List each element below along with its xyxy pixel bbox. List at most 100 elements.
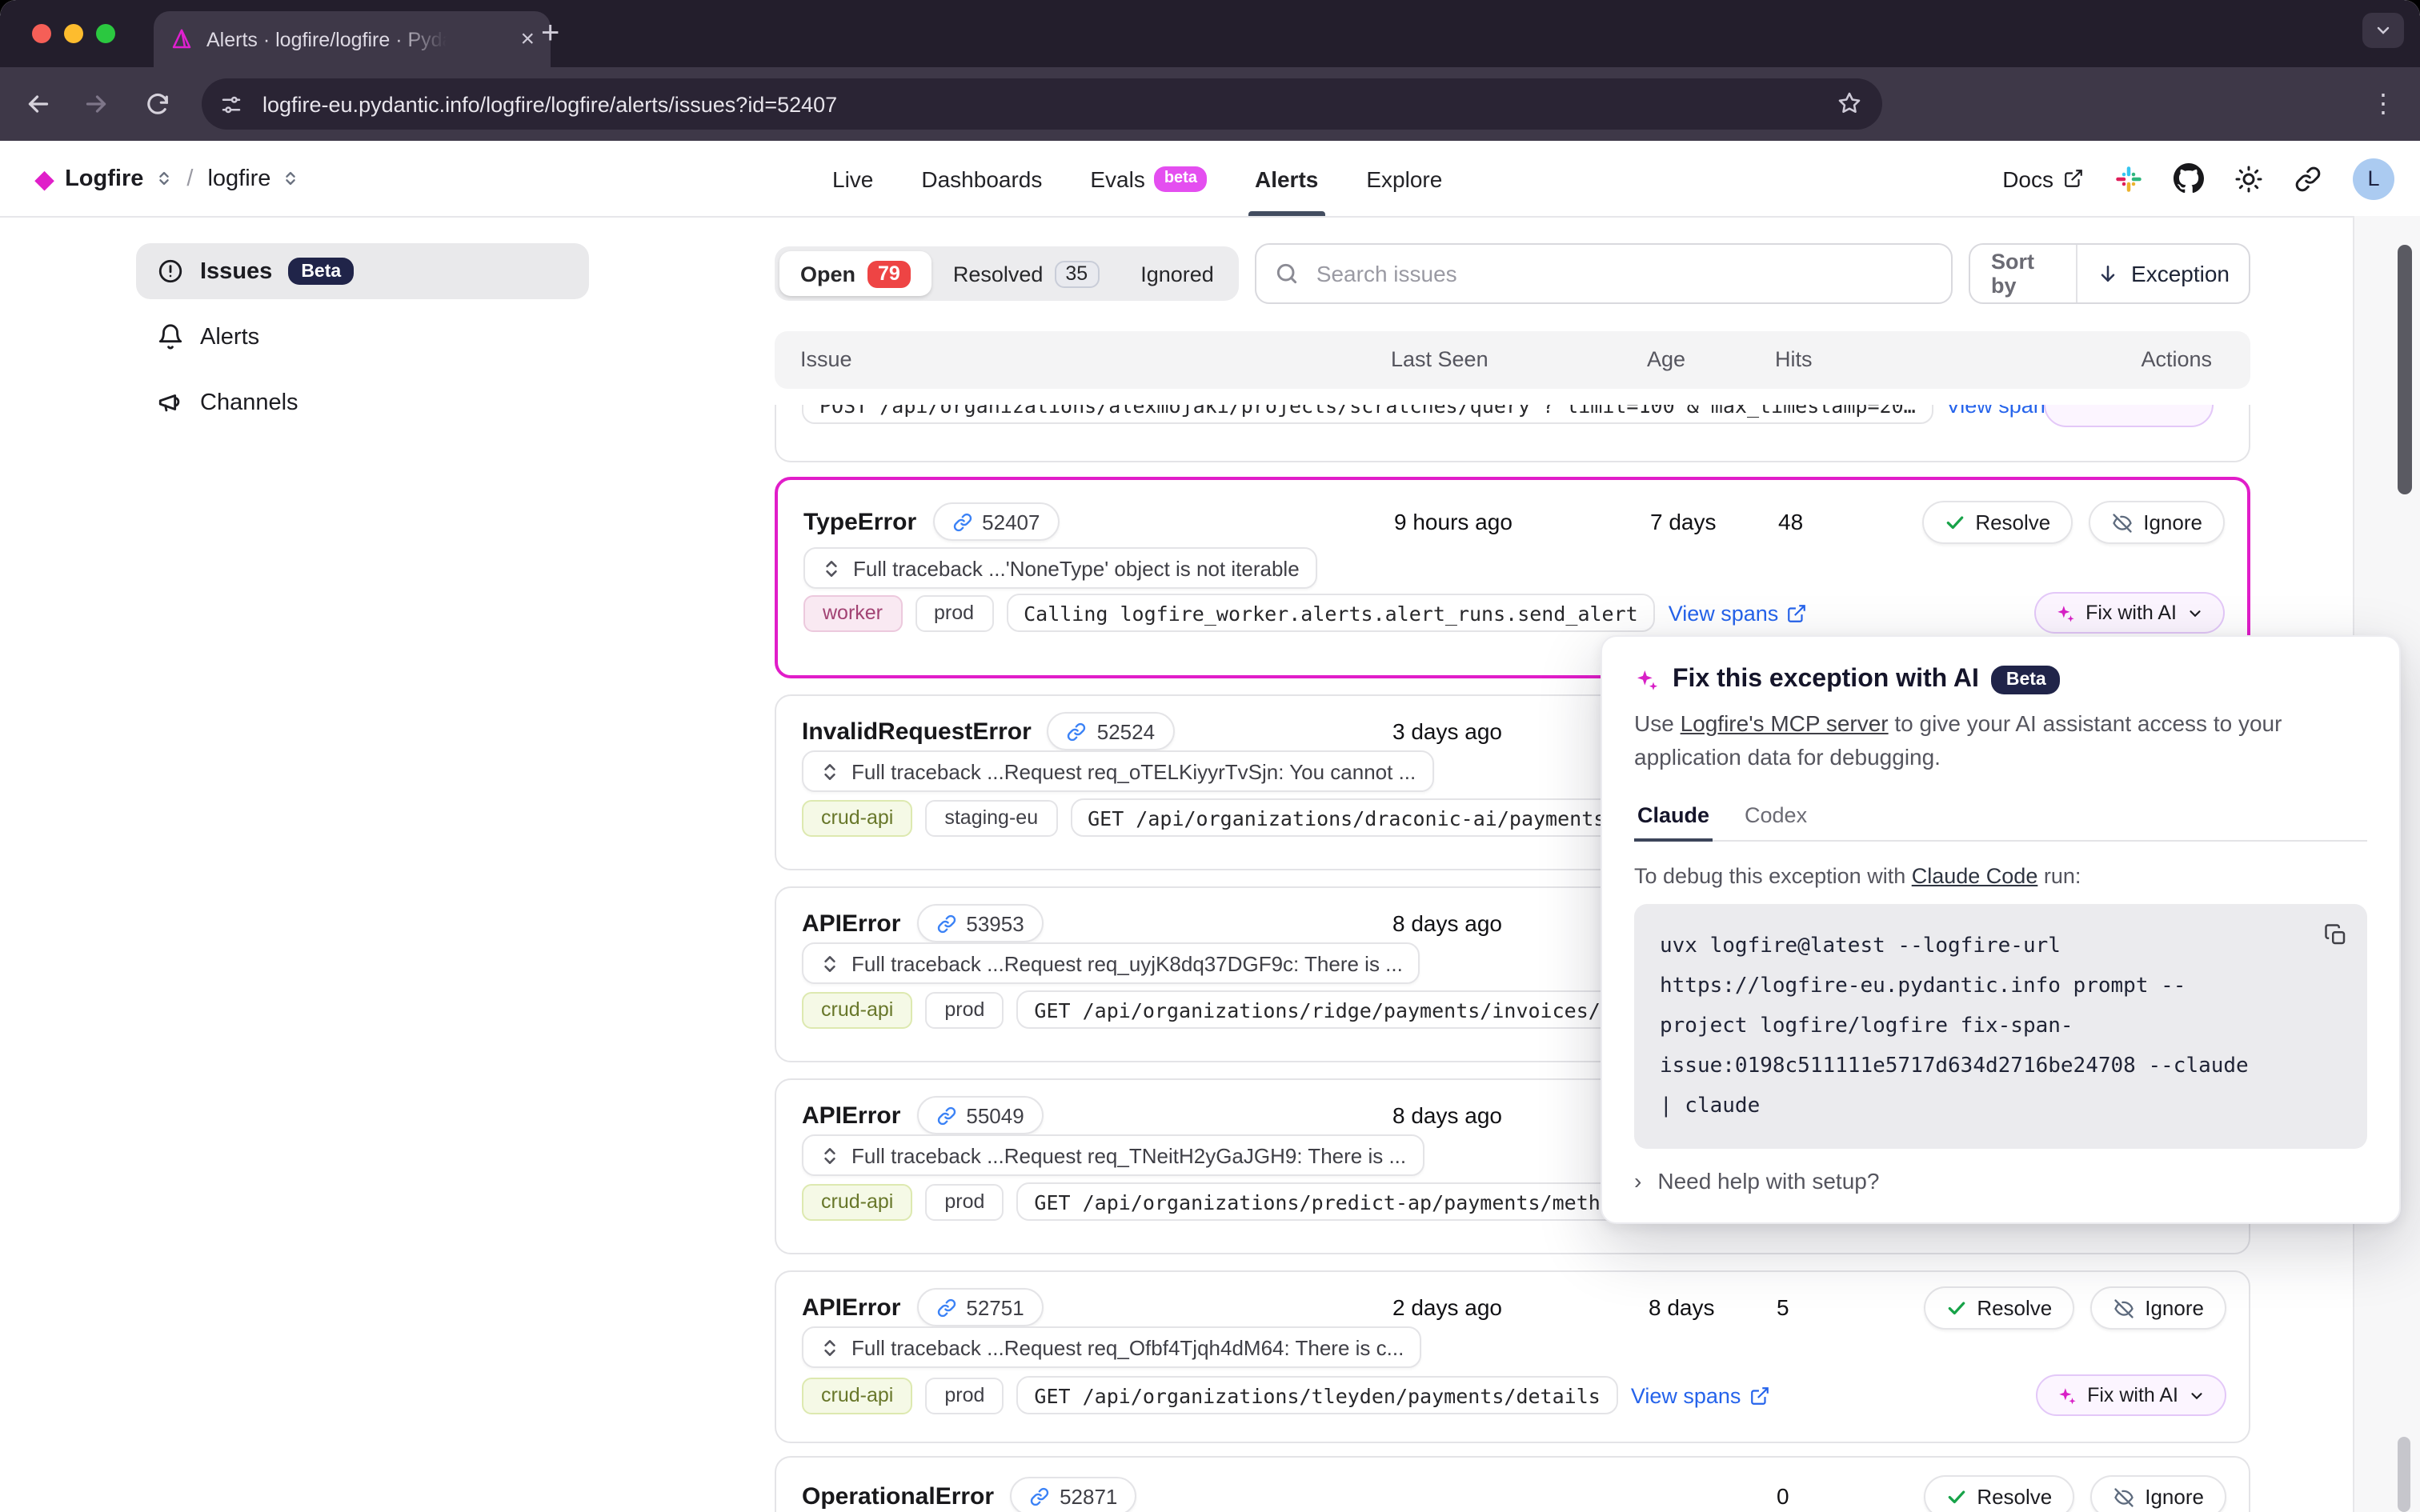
- main-nav: Live Dashboards Evalsbeta Alerts Explore: [832, 141, 1442, 216]
- service-tag: crud-api: [802, 1377, 912, 1414]
- resolve-button[interactable]: Resolve: [1924, 1286, 2074, 1330]
- sidebar-item-issues[interactable]: Issues Beta: [136, 243, 589, 299]
- nav-dashboards[interactable]: Dashboards: [921, 141, 1042, 216]
- tab-overview-button[interactable]: [2362, 13, 2404, 48]
- forward-button[interactable]: [77, 85, 115, 123]
- window-controls: [32, 24, 115, 43]
- ignore-button[interactable]: Ignore: [2090, 1475, 2226, 1512]
- nav-live[interactable]: Live: [832, 141, 873, 216]
- filter-tab-ignored[interactable]: Ignored: [1120, 251, 1235, 296]
- bookmark-star-icon[interactable]: [1836, 90, 1863, 117]
- close-tab-icon[interactable]: ×: [520, 27, 535, 51]
- traceback-chip[interactable]: Full traceback ...Request req_Ofbf4Tjqh4…: [802, 1326, 1421, 1368]
- tab-codex[interactable]: Codex: [1741, 797, 1810, 840]
- new-tab-button[interactable]: +: [541, 16, 559, 53]
- mcp-server-link[interactable]: Logfire's MCP server: [1681, 710, 1889, 736]
- slack-icon[interactable]: [2114, 164, 2143, 193]
- inner-scrollbar-thumb[interactable]: [2398, 1437, 2410, 1512]
- ignore-button[interactable]: Ignore: [2089, 501, 2225, 544]
- check-icon: [1946, 1486, 1967, 1507]
- sidebar-item-channels[interactable]: Channels: [136, 374, 589, 430]
- sidebar-item-alerts[interactable]: Alerts: [136, 309, 589, 365]
- traceback-chip[interactable]: Full traceback ...'NoneType' object is n…: [803, 547, 1317, 589]
- nav-evals[interactable]: Evalsbeta: [1090, 141, 1207, 216]
- resolved-count-badge: 35: [1054, 260, 1099, 287]
- claude-code-link[interactable]: Claude Code: [1912, 864, 2038, 888]
- span-code-chip[interactable]: POST /api/organizations/alexmojaki/proje…: [802, 405, 1933, 424]
- issue-row-partial[interactable]: POST /api/organizations/alexmojaki/proje…: [775, 405, 2250, 462]
- project-selector-icon[interactable]: [282, 170, 299, 187]
- fix-with-ai-button[interactable]: Fix with AI: [2034, 592, 2225, 634]
- copy-icon[interactable]: [2324, 923, 2348, 947]
- last-seen-value: 3 days ago: [1392, 718, 1502, 744]
- docs-link[interactable]: Docs: [2002, 166, 2084, 191]
- filter-tab-open[interactable]: Open 79: [779, 251, 932, 296]
- resolve-button[interactable]: Resolve: [1924, 1475, 2074, 1512]
- setup-help-toggle[interactable]: › Need help with setup?: [1634, 1168, 2367, 1194]
- command-text[interactable]: uvx logfire@latest --logfire-url https:/…: [1660, 926, 2255, 1126]
- github-icon[interactable]: [2174, 163, 2204, 194]
- issue-id-chip[interactable]: 52751: [916, 1288, 1043, 1326]
- site-settings-icon[interactable]: [211, 85, 250, 123]
- fix-with-ai-button[interactable]: [2044, 405, 2214, 427]
- filter-tab-resolved[interactable]: Resolved 35: [932, 251, 1120, 296]
- share-link-icon[interactable]: [2294, 164, 2322, 193]
- nav-alerts[interactable]: Alerts: [1255, 141, 1318, 216]
- sort-control[interactable]: Sort by Exception: [1969, 243, 2250, 304]
- view-spans-link[interactable]: View spans: [1669, 601, 1808, 625]
- fix-with-ai-button[interactable]: Fix with AI: [2036, 1374, 2226, 1416]
- env-tag: prod: [925, 1183, 1004, 1220]
- traceback-chip[interactable]: Full traceback ...Request req_uyjK8dq37D…: [802, 942, 1420, 984]
- traceback-chip[interactable]: Full traceback ...Request req_oTELKiyyrT…: [802, 750, 1433, 792]
- issues-beta-badge: Beta: [288, 258, 354, 285]
- browser-menu-icon[interactable]: ⋮: [2370, 88, 2398, 120]
- span-code-chip[interactable]: GET /api/organizations/ridge/payments/in…: [1016, 990, 1678, 1029]
- span-code-chip[interactable]: GET /api/organizations/tleyden/payments/…: [1016, 1376, 1617, 1414]
- fullscreen-window-button[interactable]: [96, 24, 115, 43]
- nav-explore[interactable]: Explore: [1366, 141, 1442, 216]
- user-avatar[interactable]: L: [2353, 158, 2394, 199]
- tab-claude[interactable]: Claude: [1634, 797, 1713, 840]
- view-spans-link[interactable]: View spans: [1631, 1383, 1770, 1407]
- minimize-window-button[interactable]: [64, 24, 83, 43]
- sparkles-icon: [2057, 1385, 2077, 1406]
- sort-value-dropdown[interactable]: Exception: [2077, 261, 2249, 286]
- issue-name: APIError: [802, 1294, 900, 1321]
- issue-id-chip[interactable]: 55049: [916, 1096, 1043, 1134]
- last-seen-value: 8 days ago: [1392, 1102, 1502, 1128]
- sparkles-icon: [2055, 602, 2076, 623]
- browser-toolbar: logfire-eu.pydantic.info/logfire/logfire…: [0, 67, 2420, 141]
- issue-row-apierror-52751[interactable]: APIError 52751 2 days ago 8 days 5 Resol…: [775, 1270, 2250, 1443]
- alert-circle-icon: [157, 258, 184, 285]
- search-box[interactable]: [1256, 243, 1953, 304]
- issue-id-chip[interactable]: 52407: [932, 502, 1059, 541]
- open-count-badge: 79: [867, 260, 912, 287]
- issue-id-chip[interactable]: 52871: [1010, 1477, 1136, 1512]
- ignore-button[interactable]: Ignore: [2090, 1286, 2226, 1330]
- browser-tab[interactable]: Alerts · logfire/logfire · Pydant ×: [154, 11, 551, 67]
- header-actions: Docs: [2002, 141, 2394, 216]
- last-seen-value: 9 hours ago: [1394, 509, 1512, 534]
- org-name[interactable]: Logfire: [65, 166, 143, 191]
- issue-id-chip[interactable]: 53953: [916, 904, 1043, 942]
- issue-row-operationalerror[interactable]: OperationalError 52871 0 Resolve Ignore: [775, 1456, 2250, 1512]
- close-window-button[interactable]: [32, 24, 51, 43]
- resolve-button[interactable]: Resolve: [1922, 501, 2073, 544]
- eye-off-icon: [2113, 1297, 2135, 1319]
- search-input[interactable]: [1313, 259, 1933, 288]
- theme-toggle-sun-icon[interactable]: [2234, 164, 2263, 193]
- unfold-icon: [819, 953, 840, 974]
- logfire-favicon-icon: [170, 27, 194, 51]
- traceback-chip[interactable]: Full traceback ...Request req_TNeitH2yGa…: [802, 1134, 1424, 1176]
- service-tag: worker: [803, 594, 902, 631]
- issue-id-chip[interactable]: 52524: [1048, 712, 1174, 750]
- project-name[interactable]: logfire: [207, 166, 270, 191]
- address-bar[interactable]: logfire-eu.pydantic.info/logfire/logfire…: [202, 78, 1882, 130]
- span-code-chip[interactable]: Calling logfire_worker.alerts.alert_runs…: [1006, 594, 1656, 632]
- age-value: 8 days: [1649, 1294, 1715, 1320]
- reload-button[interactable]: [138, 85, 176, 123]
- org-selector-icon[interactable]: [154, 170, 172, 187]
- scrollbar-thumb[interactable]: [2398, 245, 2412, 494]
- back-button[interactable]: [19, 85, 58, 123]
- span-code-chip[interactable]: GET /api/organizations/predict-ap/paymen…: [1016, 1182, 1654, 1221]
